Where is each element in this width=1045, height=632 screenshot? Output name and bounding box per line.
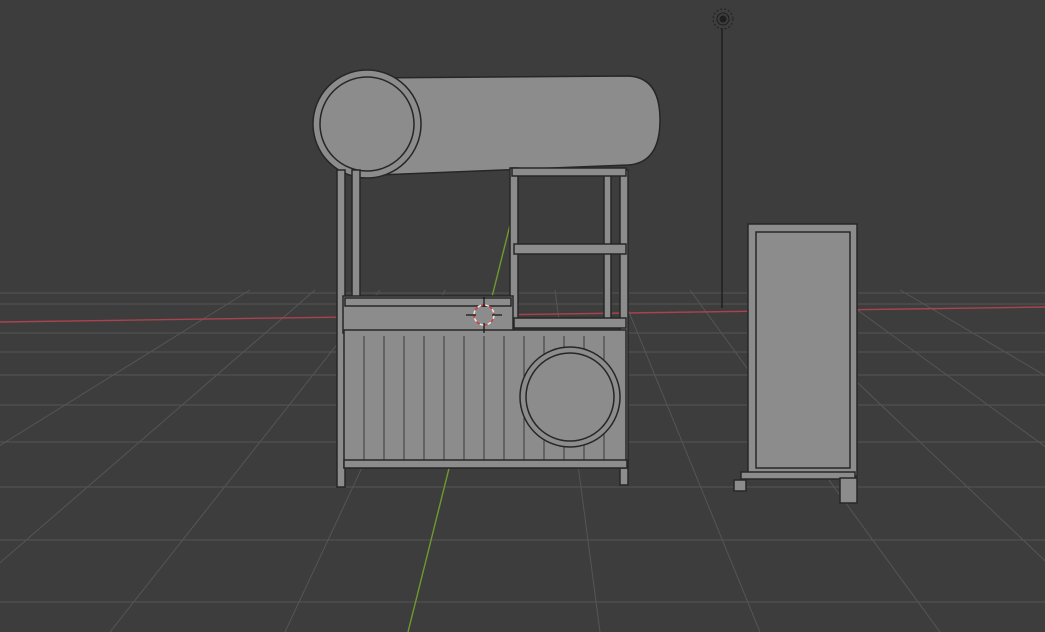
viewport-canvas[interactable]: [0, 0, 1045, 632]
light-icon[interactable]: [712, 8, 734, 30]
banner-stand[interactable]: [733, 223, 858, 504]
market-stall[interactable]: [312, 69, 661, 488]
light-object[interactable]: [712, 8, 734, 308]
3d-viewport[interactable]: [0, 0, 1045, 632]
